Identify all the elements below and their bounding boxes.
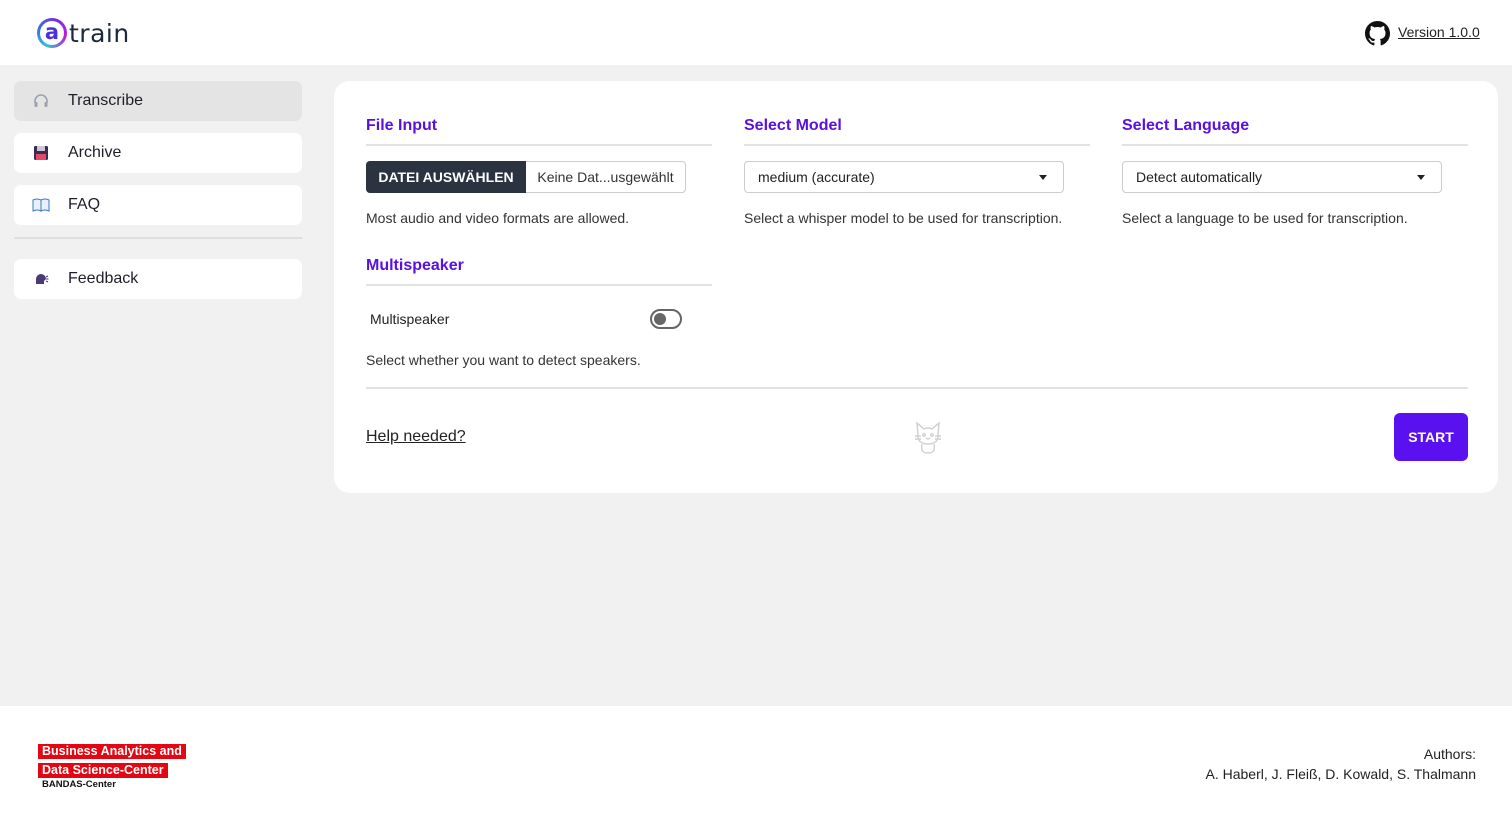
floppy-disk-icon — [32, 144, 50, 162]
sidebar: Transcribe Archive FAQ Feedback — [14, 81, 302, 311]
section-title: Multispeaker — [366, 257, 712, 286]
sidebar-item-label: Transcribe — [68, 92, 143, 109]
bandas-logo-line2: Data Science-Center — [38, 763, 168, 778]
app-footer: Business Analytics and Data Science-Cent… — [0, 706, 1512, 815]
bandas-logo-line1: Business Analytics and — [38, 744, 186, 759]
file-picker[interactable]: DATEI AUSWÄHLEN Keine Dat...usgewählt — [366, 161, 712, 193]
speaking-head-icon — [32, 270, 50, 288]
authors-label: Authors: — [1423, 746, 1476, 762]
headphones-icon — [32, 92, 50, 110]
selected-file-name[interactable]: Keine Dat...usgewählt — [526, 161, 686, 193]
multispeaker-toggle[interactable] — [650, 309, 682, 329]
atrain-logo: a train — [37, 18, 130, 48]
book-icon — [32, 196, 50, 214]
sidebar-item-archive[interactable]: Archive — [14, 133, 302, 173]
sidebar-item-feedback[interactable]: Feedback — [14, 259, 302, 299]
helper-text: Select a language to be used for transcr… — [1122, 210, 1408, 226]
help-link[interactable]: Help needed? — [366, 428, 466, 446]
chevron-down-icon — [1039, 174, 1047, 180]
transcribe-card: File Input DATEI AUSWÄHLEN Keine Dat...u… — [334, 81, 1498, 493]
version-link[interactable]: Version 1.0.0 — [1398, 24, 1480, 40]
card-divider — [366, 387, 1468, 389]
sidebar-item-label: FAQ — [68, 196, 101, 213]
start-button[interactable]: START — [1394, 413, 1468, 461]
helper-text: Select a whisper model to be used for tr… — [744, 210, 1063, 226]
section-title: Select Language — [1122, 117, 1468, 146]
multispeaker-toggle-row: Multispeaker — [366, 308, 712, 330]
multispeaker-section: Multispeaker Multispeaker Select whether… — [366, 257, 712, 368]
bandas-logo-sub: BANDAS-Center — [42, 779, 116, 790]
chevron-down-icon — [1417, 174, 1425, 180]
cat-icon — [915, 421, 941, 454]
model-select-value: medium (accurate) — [758, 169, 875, 185]
authors-names: A. Haberl, J. Fleiß, D. Kowald, S. Thalm… — [1205, 766, 1476, 782]
logo-a-mark: a — [37, 18, 67, 48]
app-header: a train Version 1.0.0 — [0, 0, 1512, 65]
sidebar-item-transcribe[interactable]: Transcribe — [14, 81, 302, 121]
language-select-value: Detect automatically — [1136, 169, 1263, 185]
sidebar-divider — [14, 237, 302, 239]
language-section: Select Language Detect automatically Sel… — [1122, 117, 1468, 226]
file-input-section: File Input DATEI AUSWÄHLEN Keine Dat...u… — [366, 117, 712, 226]
helper-text: Most audio and video formats are allowed… — [366, 210, 630, 226]
helper-text: Select whether you want to detect speake… — [366, 352, 641, 368]
sidebar-item-label: Feedback — [68, 270, 139, 287]
choose-file-button[interactable]: DATEI AUSWÄHLEN — [366, 161, 526, 193]
model-section: Select Model medium (accurate) Select a … — [744, 117, 1090, 226]
sidebar-item-faq[interactable]: FAQ — [14, 185, 302, 225]
toggle-label: Multispeaker — [370, 311, 450, 327]
github-icon[interactable] — [1365, 21, 1390, 46]
authors-block: Authors: A. Haberl, J. Fleiß, D. Kowald,… — [1205, 744, 1476, 784]
bandas-logo: Business Analytics and Data Science-Cent… — [38, 742, 186, 790]
model-select[interactable]: medium (accurate) — [744, 161, 1064, 193]
section-title: Select Model — [744, 117, 1090, 146]
logo-text: train — [69, 18, 130, 48]
sidebar-item-label: Archive — [68, 144, 122, 161]
language-select[interactable]: Detect automatically — [1122, 161, 1442, 193]
section-title: File Input — [366, 117, 712, 146]
